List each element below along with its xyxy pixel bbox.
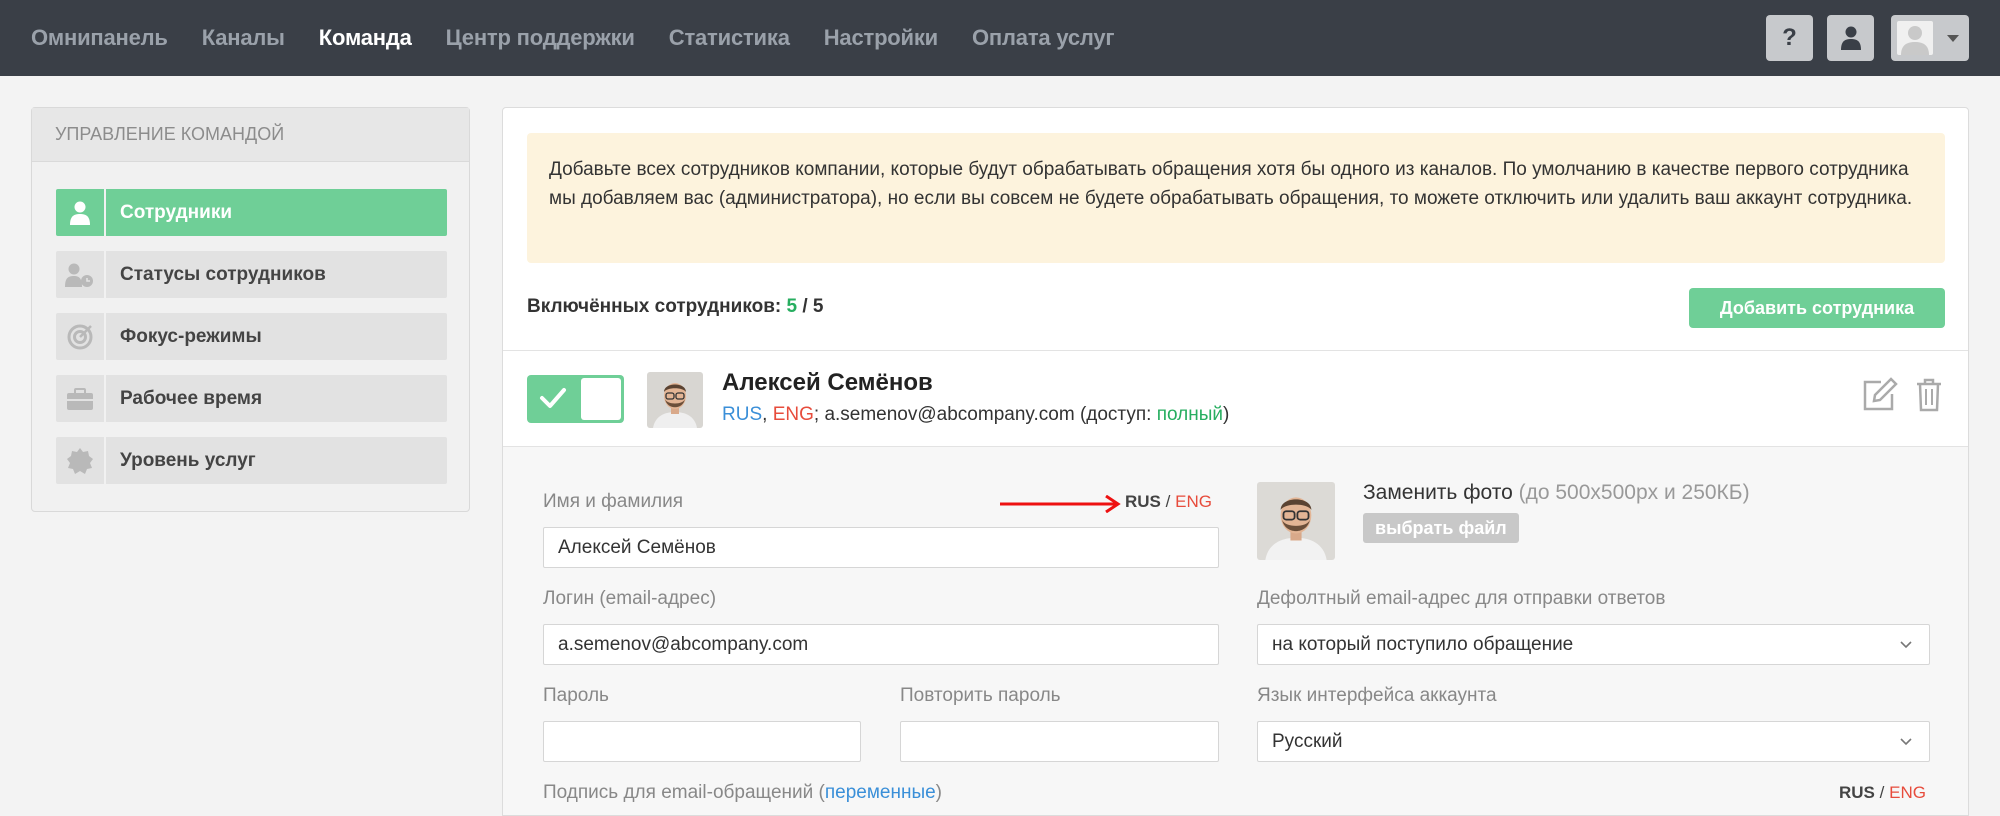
- trash-icon[interactable]: [1915, 377, 1943, 413]
- lang-separator: /: [1879, 783, 1885, 802]
- counter-label: Включённых сотрудников:: [527, 296, 782, 317]
- nav-settings[interactable]: Настройки: [824, 25, 938, 51]
- badge-icon: [56, 437, 104, 484]
- nav-billing[interactable]: Оплата услуг: [972, 25, 1115, 51]
- password-repeat-input[interactable]: [900, 721, 1219, 762]
- employee-row: Алексей Семёнов RUS, ENG; a.semenov@abco…: [503, 350, 1968, 447]
- ui-language-label: Язык интерфейса аккаунта: [1257, 685, 1497, 706]
- replace-photo-title: Заменить фото (до 500x500px и 250КБ): [1363, 481, 1750, 505]
- add-employee-button[interactable]: Добавить сотрудника: [1689, 288, 1945, 328]
- arrow-annotation-icon: [1000, 495, 1121, 513]
- main-panel: Добавьте всех сотрудников компании, кото…: [502, 107, 1969, 816]
- account-menu-button[interactable]: [1891, 15, 1969, 61]
- default-email-value: на который поступило обращение: [1272, 633, 1574, 655]
- chevron-down-icon: [1947, 35, 1959, 42]
- password-repeat-label: Повторить пароль: [900, 685, 1061, 706]
- sidebar-item-working-hours[interactable]: Рабочее время: [56, 375, 447, 422]
- name-label: Имя и фамилия: [543, 491, 684, 512]
- nav-support-center[interactable]: Центр поддержки: [446, 25, 635, 51]
- top-navbar: Омнипанель Каналы Команда Центр поддержк…: [0, 0, 2000, 76]
- nav-omnipanel[interactable]: Омнипанель: [31, 25, 168, 51]
- password-label: Пароль: [543, 685, 609, 706]
- info-notice: Добавьте всех сотрудников компании, кото…: [527, 133, 1945, 263]
- employee-enabled-toggle[interactable]: [527, 375, 624, 423]
- sidebar: Управление командой Сотрудники Статусы с…: [31, 107, 470, 512]
- employee-edit-form: Имя и фамилия RUS / ENG Алексей Семёнов …: [503, 447, 1968, 815]
- lang-eng-link[interactable]: ENG: [1889, 783, 1926, 802]
- sidebar-title: Управление командой: [32, 108, 469, 162]
- login-email-input[interactable]: a.semenov@abcompany.com: [543, 624, 1219, 665]
- photo-size-hint: (до 500x500px и 250КБ): [1518, 481, 1750, 504]
- employee-name: Алексей Семёнов: [722, 369, 933, 396]
- signature-label: Подпись для email-обращений (переменные): [543, 782, 942, 804]
- replace-photo-label: Заменить фото: [1363, 481, 1513, 504]
- sidebar-item-employee-statuses[interactable]: Статусы сотрудников: [56, 251, 447, 298]
- lang-separator: /: [1165, 492, 1171, 511]
- edit-icon[interactable]: [1861, 377, 1899, 413]
- counter-separator: /: [802, 296, 808, 317]
- chevron-down-icon: [1900, 641, 1912, 649]
- avatar: [1897, 21, 1933, 55]
- toggle-knob: [581, 378, 621, 420]
- default-email-select[interactable]: на который поступило обращение: [1257, 624, 1930, 665]
- nav-statistics[interactable]: Статистика: [669, 25, 790, 51]
- sidebar-item-service-level[interactable]: Уровень услуг: [56, 437, 447, 484]
- variables-link[interactable]: переменные: [825, 782, 936, 803]
- user-status-icon: [56, 251, 104, 298]
- counter-total: 5: [812, 296, 824, 317]
- target-icon: [56, 313, 104, 360]
- employee-email: a.semenov@abcompany.com: [824, 404, 1075, 425]
- sidebar-item-label: Рабочее время: [106, 375, 447, 422]
- employee-photo: [647, 372, 703, 428]
- employee-lang-eng: ENG: [772, 404, 814, 425]
- employee-details: RUS, ENG; a.semenov@abcompany.com (досту…: [722, 404, 1230, 425]
- user-icon: [56, 189, 104, 236]
- nav-channels[interactable]: Каналы: [202, 25, 285, 51]
- employee-access-level: полный: [1156, 404, 1223, 425]
- sidebar-item-label: Уровень услуг: [106, 437, 447, 484]
- sidebar-item-label: Статусы сотрудников: [106, 251, 447, 298]
- help-button[interactable]: ?: [1766, 15, 1813, 61]
- lang-rus-link[interactable]: RUS: [1125, 492, 1161, 511]
- name-lang-switch[interactable]: RUS / ENG: [1125, 492, 1212, 512]
- sidebar-item-label: Сотрудники: [106, 189, 447, 236]
- main-nav: Омнипанель Каналы Команда Центр поддержк…: [31, 0, 1115, 76]
- user-icon: [1840, 26, 1861, 50]
- sidebar-item-employees[interactable]: Сотрудники: [56, 189, 447, 236]
- default-email-label: Дефолтный email-адрес для отправки ответ…: [1257, 588, 1666, 609]
- employee-access-suffix: ): [1223, 404, 1230, 425]
- lang-rus-link[interactable]: RUS: [1839, 783, 1875, 802]
- employee-photo-preview: [1257, 482, 1335, 560]
- ui-language-value: Русский: [1272, 730, 1343, 752]
- signature-label-suffix: ): [935, 782, 942, 803]
- check-icon: [540, 388, 566, 408]
- login-label: Логин (email-адрес): [543, 588, 717, 609]
- profile-button[interactable]: [1827, 15, 1874, 61]
- signature-label-text: Подпись для email-обращений (: [543, 782, 825, 803]
- employee-lang-rus: RUS: [722, 404, 763, 425]
- chevron-down-icon: [1900, 738, 1912, 746]
- briefcase-icon: [56, 375, 104, 422]
- nav-team[interactable]: Команда: [319, 25, 412, 51]
- sidebar-item-label: Фокус-режимы: [106, 313, 447, 360]
- avatar-placeholder-icon: [1901, 26, 1929, 55]
- signature-lang-switch[interactable]: RUS / ENG: [1839, 783, 1926, 803]
- help-icon: ?: [1782, 24, 1797, 51]
- counter-enabled: 5: [786, 296, 798, 317]
- sidebar-item-focus-modes[interactable]: Фокус-режимы: [56, 313, 447, 360]
- employee-access-prefix: (доступ:: [1079, 404, 1152, 425]
- ui-language-select[interactable]: Русский: [1257, 721, 1930, 762]
- password-input[interactable]: [543, 721, 861, 762]
- lang-eng-link[interactable]: ENG: [1175, 492, 1212, 511]
- name-input[interactable]: Алексей Семёнов: [543, 527, 1219, 568]
- choose-file-button[interactable]: выбрать файл: [1363, 513, 1519, 543]
- enabled-employees-counter: Включённых сотрудников: 5 / 5: [527, 296, 823, 318]
